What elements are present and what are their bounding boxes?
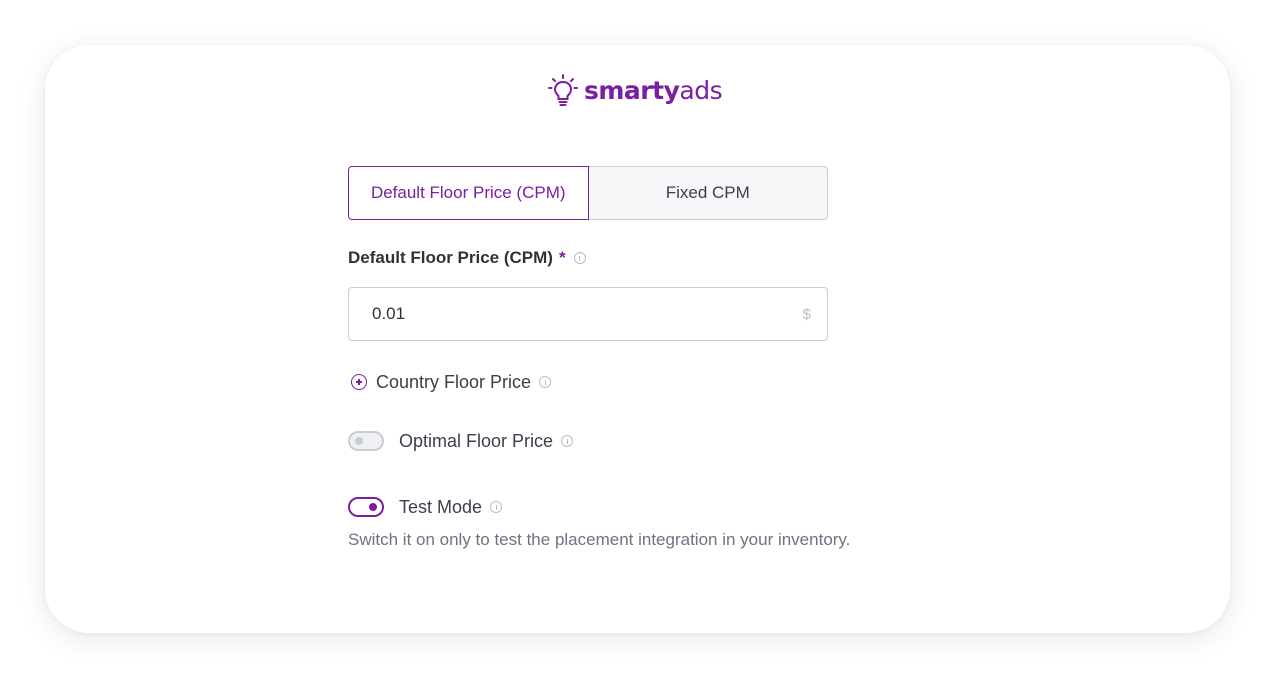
brand-wordmark: smartyads [584,73,723,109]
test-mode-toggle[interactable] [348,497,384,517]
tab-fixed-cpm[interactable]: Fixed CPM [588,166,828,220]
toggle-knob [355,437,363,445]
country-floor-price-row[interactable]: Country Floor Price [348,368,552,396]
brand-name-light: ads [679,76,723,105]
toggle-knob [369,503,377,511]
test-mode-row: Test Mode [348,493,503,521]
optimal-floor-price-toggle[interactable] [348,431,384,451]
lightbulb-icon [548,74,578,106]
info-icon[interactable] [539,376,552,388]
brand-name-bold: smarty [584,76,680,105]
test-mode-helper-text: Switch it on only to test the placement … [348,530,851,549]
floor-price-label-row: Default Floor Price (CPM) * [348,246,586,270]
brand-logo: smartyads [548,73,723,109]
pricing-mode-tabs: Default Floor Price (CPM) Fixed CPM [348,166,828,220]
country-floor-price-label[interactable]: Country Floor Price [376,372,531,393]
info-icon[interactable] [573,252,586,264]
tab-default-floor-price[interactable]: Default Floor Price (CPM) [348,166,589,220]
floor-price-label: Default Floor Price (CPM) [348,248,553,267]
add-circle-icon[interactable] [351,374,367,390]
info-icon[interactable] [490,501,503,513]
info-icon[interactable] [561,435,574,447]
required-mark: * [558,248,566,267]
optimal-floor-price-row: Optimal Floor Price [348,427,574,455]
floor-price-input[interactable]: 0.01 $ [348,287,828,341]
currency-symbol: $ [802,305,811,323]
optimal-floor-price-label: Optimal Floor Price [399,430,554,451]
test-mode-label: Test Mode [399,496,483,517]
floor-price-value[interactable]: 0.01 [372,304,803,324]
